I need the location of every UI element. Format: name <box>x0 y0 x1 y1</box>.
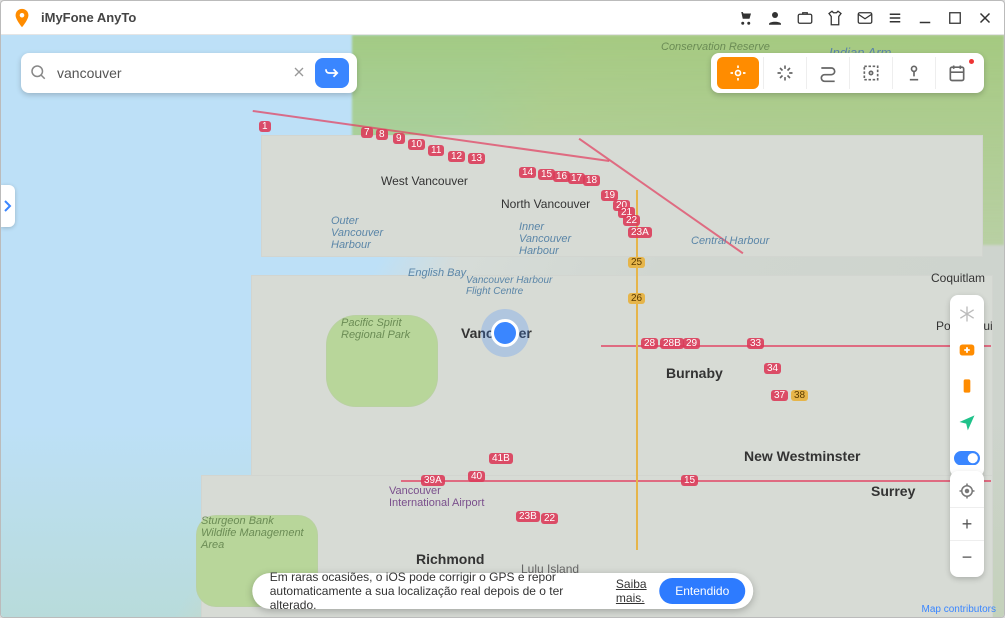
app-title: iMyFone AnyTo <box>41 10 136 25</box>
label-english-bay: English Bay <box>408 267 468 279</box>
mail-icon[interactable] <box>856 9 874 27</box>
route-12: 12 <box>448 151 465 162</box>
label-airport: Vancouver International Airport <box>389 485 499 509</box>
search-go-button[interactable] <box>315 58 349 88</box>
route-13: 13 <box>468 153 485 164</box>
route-10: 10 <box>408 139 425 150</box>
cart-icon[interactable] <box>736 9 754 27</box>
city-north-vancouver: North Vancouver <box>501 197 590 211</box>
label-sturgeon: Sturgeon Bank Wildlife Management Area <box>201 515 311 551</box>
clear-search-icon[interactable] <box>291 64 307 83</box>
route-37: 37 <box>771 390 788 401</box>
account-icon[interactable] <box>766 9 784 27</box>
route-22b: 22 <box>541 513 558 524</box>
route-7: 7 <box>361 127 373 138</box>
search-icon <box>29 63 47 84</box>
route-38: 38 <box>791 390 808 401</box>
route-28B: 28B <box>660 338 684 349</box>
toast-learn-more-link[interactable]: Saiba mais. <box>616 577 649 605</box>
label-conservation-reserve: Conservation Reserve <box>661 41 771 53</box>
city-surrey: Surrey <box>871 483 915 499</box>
toast-ok-button[interactable]: Entendido <box>659 578 745 604</box>
city-new-westminster: New Westminster <box>744 448 860 464</box>
route-26: 26 <box>628 293 645 304</box>
search-input[interactable] <box>55 64 283 82</box>
joystick-mode-button[interactable] <box>892 57 935 89</box>
city-coquitlam: Coquitlam <box>931 271 985 285</box>
route-11: 11 <box>428 145 444 156</box>
titlebar-actions <box>736 9 994 27</box>
current-location-marker <box>491 319 519 347</box>
teleport-mode-button[interactable] <box>717 57 759 89</box>
speed-setting-icon[interactable] <box>954 373 980 399</box>
zoom-out-button[interactable]: − <box>950 540 984 573</box>
route-25: 25 <box>628 257 645 268</box>
city-west-vancouver: West Vancouver <box>381 174 468 188</box>
route-9: 9 <box>393 133 405 144</box>
route-40: 40 <box>468 471 485 482</box>
multi-spot-mode-button[interactable] <box>806 57 849 89</box>
gps-toggle-icon[interactable] <box>954 445 980 471</box>
label-central-harbour: Central Harbour <box>691 235 771 247</box>
minimize-icon[interactable] <box>916 9 934 27</box>
briefcase-icon[interactable] <box>796 9 814 27</box>
map-attribution[interactable]: Map contributors <box>922 604 996 615</box>
label-inner-harbour: Inner Vancouver Harbour <box>519 221 599 257</box>
titlebar: iMyFone AnyTo <box>1 1 1004 35</box>
close-icon[interactable] <box>976 9 994 27</box>
cooldown-icon[interactable] <box>954 301 980 327</box>
route-34: 34 <box>764 363 781 374</box>
search-box <box>21 53 357 93</box>
label-harbour-centre: Vancouver Harbour Flight Centre <box>466 275 556 297</box>
route-41B: 41B <box>489 453 513 464</box>
label-outer-harbour: Outer Vancouver Harbour <box>331 215 411 251</box>
two-spot-mode-button[interactable] <box>763 57 806 89</box>
route-1: 1 <box>259 121 271 132</box>
route-18: 18 <box>583 175 600 186</box>
side-tools <box>950 295 984 477</box>
menu-icon[interactable] <box>886 9 904 27</box>
city-richmond: Richmond <box>416 551 484 567</box>
route-22: 22 <box>623 215 640 226</box>
hwy-y <box>636 190 638 550</box>
health-kit-icon[interactable] <box>954 337 980 363</box>
route-15b: 15 <box>681 475 698 486</box>
route-23A: 23A <box>628 227 652 238</box>
mode-toolbar <box>711 53 984 93</box>
route-8: 8 <box>376 129 388 140</box>
label-pacific-spirit: Pacific Spirit Regional Park <box>341 317 431 341</box>
map-canvas[interactable]: 1 7 8 9 10 11 12 13 14 15 16 17 18 19 20… <box>1 35 1004 617</box>
info-toast: Em raras ocasiões, o iOS pode corrigir o… <box>252 573 754 609</box>
maximize-icon[interactable] <box>946 9 964 27</box>
route-29: 29 <box>683 338 700 349</box>
virtual-location-icon[interactable] <box>954 409 980 435</box>
city-burnaby: Burnaby <box>666 365 723 381</box>
route-28: 28 <box>641 338 658 349</box>
locate-me-button[interactable] <box>950 475 984 507</box>
zoom-in-button[interactable]: + <box>950 507 984 540</box>
zoom-tools: + − <box>950 471 984 577</box>
app-logo-icon <box>11 7 33 29</box>
toast-text: Em raras ocasiões, o iOS pode corrigir o… <box>270 570 606 612</box>
shirt-icon[interactable] <box>826 9 844 27</box>
route-23B: 23B <box>516 511 540 522</box>
app-window: iMyFone AnyTo 1 7 8 9 <box>0 0 1005 618</box>
expand-sidebar-tab[interactable] <box>1 185 15 227</box>
jump-teleport-button[interactable] <box>849 57 892 89</box>
route-14: 14 <box>519 167 536 178</box>
notification-dot-icon <box>969 59 974 64</box>
route-33: 33 <box>747 338 764 349</box>
